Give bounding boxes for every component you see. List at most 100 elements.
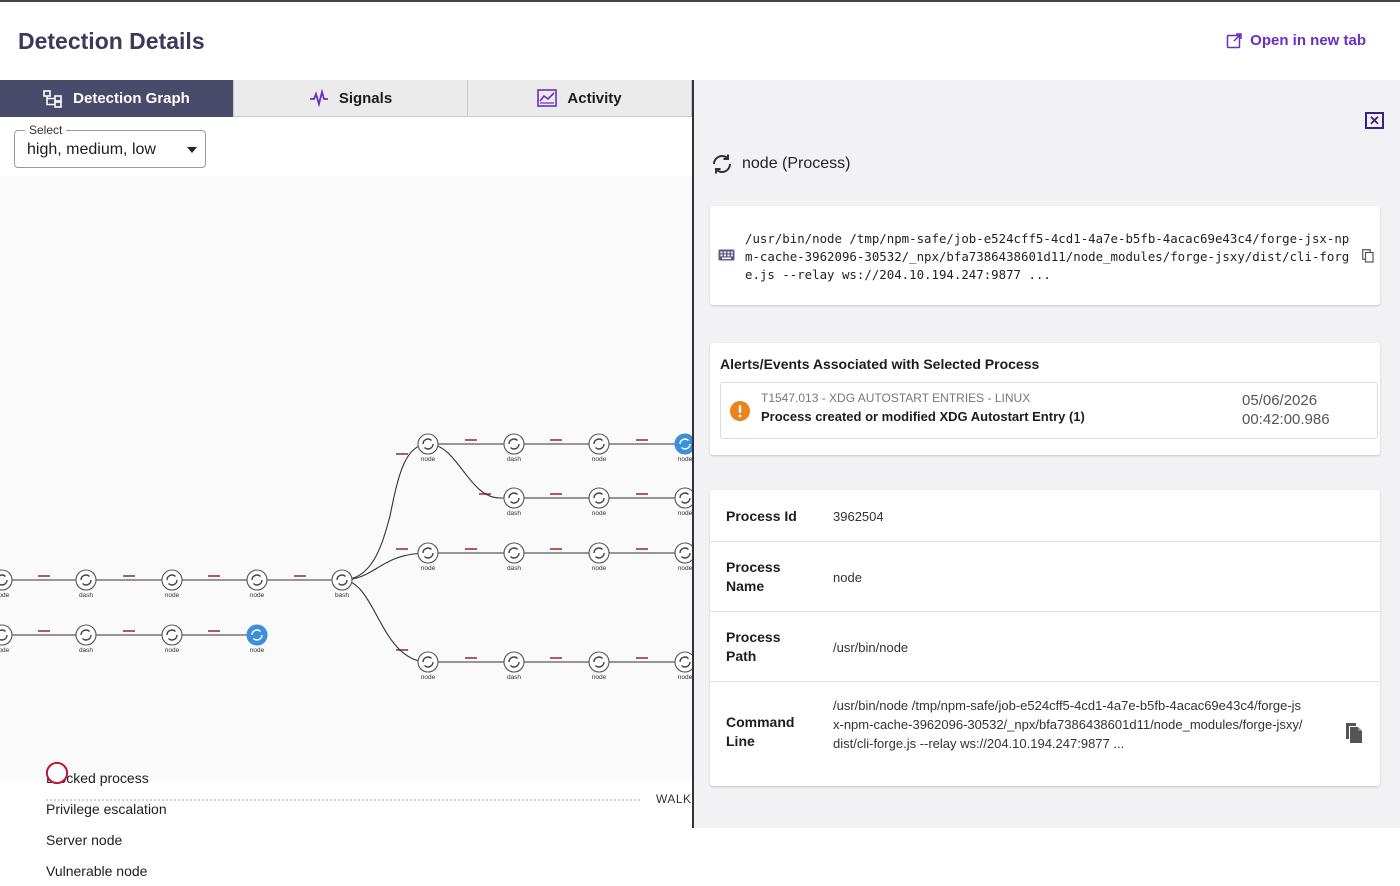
alert-title: Process created or modified XDG Autostar… (761, 409, 1085, 424)
graph-node[interactable]: node (588, 433, 610, 463)
graph-node[interactable]: dash (75, 569, 97, 599)
graph-node[interactable]: dash (75, 624, 97, 654)
legend-label: Privilege escalation (46, 800, 167, 817)
edge-annotation (38, 630, 50, 632)
graph-node-label: node (165, 592, 180, 599)
tab-label: Signals (338, 89, 393, 107)
graph-node[interactable]: node (417, 651, 439, 681)
alert-timestamp: 05/06/2026 00:42:00.986 (1242, 391, 1330, 429)
legend-item-vulnerable-node: Vulnerable node (46, 762, 167, 886)
edge-annotation (636, 548, 648, 550)
edge-annotation (294, 575, 306, 577)
legend-label: Server node (46, 831, 123, 848)
graph-node[interactable]: node (161, 569, 183, 599)
legend-label: Vulnerable node (46, 862, 148, 879)
graph-node[interactable]: node (674, 651, 692, 681)
graph-node-label: dash (79, 647, 93, 654)
graph-node[interactable]: node (588, 542, 610, 572)
graph-node[interactable]: dash (503, 651, 525, 681)
graph-node[interactable]: node (588, 487, 610, 517)
graph-node-label: node (421, 674, 436, 681)
detail-label: Command Line (726, 714, 795, 749)
graph-node[interactable]: node (674, 542, 692, 572)
graph-node[interactable]: bash (331, 569, 353, 599)
alerts-title: Alerts/Events Associated with Selected P… (720, 356, 1040, 372)
edge-annotation (38, 575, 50, 577)
graph-node[interactable]: node (246, 569, 268, 599)
edge-annotation (465, 439, 477, 441)
graph-node[interactable]: node (0, 569, 13, 599)
graph-node[interactable]: dash (503, 433, 525, 463)
header: Detection Details Open in new tab (0, 2, 1400, 80)
legend-item-privilege-escalation: Privilege escalation (46, 762, 167, 824)
graph-node-label: node (250, 647, 265, 654)
process-title: node (Process) (742, 155, 851, 172)
tab-signals[interactable]: Signals (234, 80, 468, 117)
graph-node[interactable]: dash (503, 487, 525, 517)
detail-label: Process Id (726, 508, 797, 524)
process-refresh-icon (713, 154, 731, 174)
graph-node-label: dash (507, 510, 521, 517)
graph-node[interactable]: node (674, 433, 692, 463)
edge-annotation (465, 657, 477, 659)
graph-node-label: node (0, 647, 10, 654)
graph-node[interactable]: node (0, 624, 13, 654)
graph-node-label: node (165, 647, 180, 654)
graph-node-label: node (592, 456, 607, 463)
vulnerable-icon (46, 762, 68, 784)
copy-icon[interactable] (1362, 249, 1374, 263)
alert-technique-code: T1547.013 - XDG AUTOSTART ENTRIES - LINU… (761, 391, 1031, 405)
warning-icon (730, 401, 750, 421)
graph-node-label: dash (507, 456, 521, 463)
detail-row-process-path: Process Path /usr/bin/node (710, 612, 1380, 682)
graph-node[interactable]: dash (503, 542, 525, 572)
open-in-new-tab-link[interactable]: Open in new tab (1226, 32, 1366, 49)
detection-graph[interactable]: node dash node node bash node dash node node node… (0, 176, 692, 879)
hierarchy-icon (43, 89, 62, 108)
detail-value: 3962504 (833, 509, 884, 524)
edge-annotation (550, 548, 562, 550)
edge-annotation (208, 575, 220, 577)
edge-annotation (636, 657, 648, 659)
graph-canvas[interactable]: node dash node node bash node dash node node node… (0, 176, 692, 780)
tab-bar: Detection Graph Signals Activity (0, 80, 692, 117)
walk-slider-track[interactable] (46, 799, 640, 801)
graph-node-label: node (0, 592, 10, 599)
process-details-table: Process Id 3962504 Process Name node Pro… (710, 490, 1380, 786)
external-link-icon (1226, 32, 1242, 48)
detail-row-process-id: Process Id 3962504 (710, 490, 1380, 542)
graph-legend: Blocked process Privilege escalation Ser… (46, 762, 167, 886)
command-line-card: /usr/bin/node /tmp/npm-safe/job-e524cff5… (710, 206, 1380, 305)
edge-annotation (550, 657, 562, 659)
graph-node-label: dash (79, 592, 93, 599)
graph-node-label: node (678, 510, 692, 517)
edge-annotation (396, 453, 408, 455)
chevron-down-icon (187, 147, 197, 153)
copy-icon[interactable] (1344, 722, 1364, 744)
graph-edge (341, 552, 429, 581)
graph-node[interactable]: node (674, 487, 692, 517)
graph-node-label: node (678, 565, 692, 572)
graph-node[interactable]: node (161, 624, 183, 654)
graph-node[interactable]: node (246, 624, 268, 654)
graph-edge (341, 443, 429, 581)
graph-node-label: node (678, 674, 692, 681)
graph-node-label: node (592, 510, 607, 517)
graph-node[interactable]: node (417, 433, 439, 463)
walk-label[interactable]: WALK (656, 792, 692, 806)
close-button[interactable]: ✕ (1365, 112, 1384, 129)
graph-panel: Detection Graph Signals Activity Select … (0, 80, 692, 879)
graph-node[interactable]: node (588, 651, 610, 681)
graph-node[interactable]: node (417, 542, 439, 572)
severity-select[interactable]: Select high, medium, low (14, 123, 206, 168)
tab-detection-graph[interactable]: Detection Graph (0, 80, 234, 117)
pulse-icon (309, 89, 328, 107)
detail-value: node (833, 570, 862, 585)
tab-activity[interactable]: Activity (468, 80, 692, 117)
detail-value: /usr/bin/node (833, 640, 909, 655)
tab-label: Detection Graph (73, 90, 190, 107)
alert-item[interactable]: T1547.013 - XDG AUTOSTART ENTRIES - LINU… (720, 382, 1378, 439)
graph-edge (341, 579, 429, 663)
close-icon: ✕ (1369, 113, 1380, 128)
select-label: Select (25, 123, 67, 137)
